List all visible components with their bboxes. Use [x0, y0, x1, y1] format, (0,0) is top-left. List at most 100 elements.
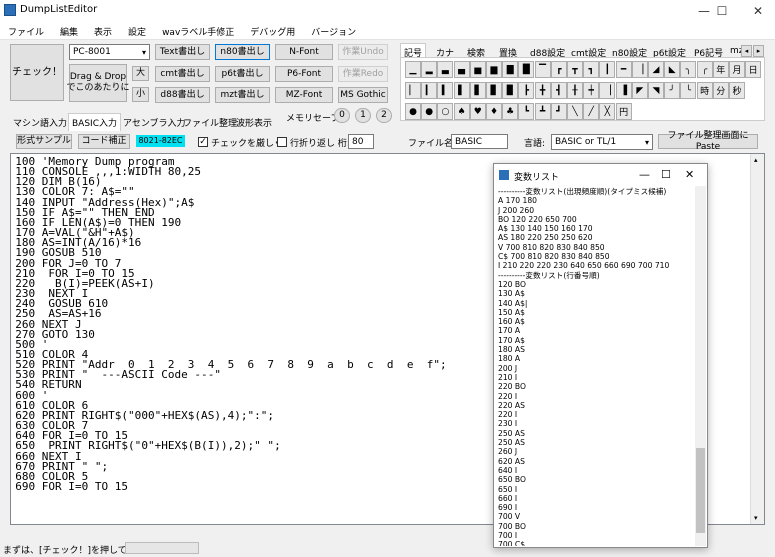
symbol-key[interactable]: ▎ — [421, 82, 438, 99]
language-select[interactable]: BASIC or TL/1 — [551, 134, 653, 150]
undo-button[interactable]: 作業Undo — [338, 44, 388, 60]
editor-scrollbar[interactable]: ▴ ▾ — [750, 154, 764, 524]
drag-drop-area[interactable]: Drag & Drop でこのあたりに — [67, 64, 130, 102]
symbol-key[interactable]: ▉ — [502, 82, 519, 99]
machine-select[interactable]: PC-8001 — [69, 44, 150, 60]
tab-scroll-right[interactable]: ▸ — [753, 45, 764, 57]
menu-edit[interactable]: 編集 — [52, 22, 86, 40]
tab-scroll-left[interactable]: ◂ — [741, 45, 752, 57]
wrap-column-input[interactable]: 80 — [348, 134, 374, 149]
menu-debug[interactable]: デバッグ用 — [242, 22, 303, 40]
symbol-key[interactable]: ◥ — [648, 82, 664, 99]
scroll-up-arrow-icon[interactable]: ▴ — [754, 156, 758, 164]
symbol-key[interactable]: ┿ — [583, 82, 600, 99]
symbol-key[interactable]: ▁ — [405, 61, 421, 78]
symbol-key[interactable]: ┣ — [518, 82, 535, 99]
symbol-key[interactable]: ┃ — [599, 61, 616, 78]
symbol-key[interactable]: ▃ — [437, 61, 454, 78]
menu-file[interactable]: ファイル — [0, 22, 52, 40]
menu-wav-label[interactable]: wavラベル手修正 — [154, 22, 242, 40]
strict-check-checkbox[interactable]: ✓ — [198, 137, 208, 147]
symbol-key[interactable]: 時 — [696, 82, 713, 99]
size-small-button[interactable]: 小 — [132, 87, 149, 102]
variable-minimize-button[interactable]: — — [639, 168, 650, 181]
variable-maximize-button[interactable]: ☐ — [661, 168, 671, 181]
symbol-key[interactable]: ▌ — [453, 82, 470, 99]
symbol-key[interactable]: ╂ — [567, 82, 583, 99]
symbol-key[interactable]: ╳ — [599, 103, 616, 120]
symbol-key[interactable]: ╭ — [696, 61, 713, 78]
paste-to-file-organize-button[interactable]: ファイル整理画面にPaste — [658, 131, 758, 152]
format-sample-button[interactable]: 形式サンプル — [16, 134, 72, 149]
symbol-key[interactable]: ▄ — [453, 61, 470, 78]
code-fix-button[interactable]: コード補正 — [78, 134, 130, 149]
symbol-key[interactable]: ○ — [437, 103, 454, 120]
text-export-button[interactable]: Text書出し — [155, 44, 210, 60]
variable-close-button[interactable]: ✕ — [685, 168, 694, 181]
symbol-key[interactable]: ▍ — [437, 82, 454, 99]
ms-gothic-button[interactable]: MS Gothic — [338, 87, 388, 103]
symbol-key[interactable]: ● — [405, 103, 421, 120]
symbol-key[interactable]: ▅ — [469, 61, 486, 78]
symbol-key[interactable]: 月 — [729, 61, 745, 78]
symbol-key[interactable]: ┫ — [550, 82, 567, 99]
memory-save-2[interactable]: 2 — [376, 108, 392, 123]
symbol-key[interactable]: ▂ — [421, 61, 438, 78]
symbol-key[interactable]: ▇ — [502, 61, 519, 78]
symbol-key[interactable]: ▋ — [469, 82, 486, 99]
symbol-key[interactable]: ▐ — [615, 82, 632, 99]
n80-export-button[interactable]: n80書出し — [215, 44, 270, 60]
tab-file-organize[interactable]: ファイル整理 — [180, 114, 240, 131]
symbol-key[interactable]: ▔ — [534, 61, 551, 78]
p6t-export-button[interactable]: p6t書出し — [215, 66, 270, 82]
mzt-export-button[interactable]: mzt書出し — [215, 87, 270, 103]
symbol-key[interactable]: ╰ — [680, 82, 697, 99]
redo-button[interactable]: 作業Redo — [338, 66, 388, 82]
symbol-key[interactable]: 日 — [745, 61, 762, 78]
check-button[interactable]: チェック！ — [10, 44, 64, 101]
symbol-key[interactable]: ▕ — [631, 61, 648, 78]
tab-assembler-input[interactable]: アセンブラ入力 — [120, 114, 189, 131]
filename-input[interactable]: BASIC — [451, 134, 508, 149]
symbol-key[interactable]: ◤ — [631, 82, 648, 99]
symbol-key[interactable]: 秒 — [729, 82, 745, 99]
tab-machine-input[interactable]: マシン語入力 — [10, 114, 70, 131]
symbol-key[interactable]: ♣ — [502, 103, 519, 120]
symbol-key[interactable]: ┳ — [567, 61, 583, 78]
menu-view[interactable]: 表示 — [86, 22, 120, 40]
symbol-key[interactable]: 分 — [712, 82, 729, 99]
symbol-key[interactable]: ▊ — [486, 82, 502, 99]
symbol-key[interactable]: ┏ — [550, 61, 567, 78]
symbol-key[interactable]: ╮ — [680, 61, 697, 78]
symbol-key[interactable]: ♥ — [469, 103, 486, 120]
symbol-key[interactable]: ♠ — [453, 103, 470, 120]
memory-save-0[interactable]: 0 — [334, 108, 350, 123]
cmt-export-button[interactable]: cmt書出し — [155, 66, 210, 82]
close-button[interactable]: ✕ — [740, 0, 775, 22]
menu-version[interactable]: バージョン — [303, 22, 364, 40]
tab-basic-input[interactable]: BASIC入力 — [68, 113, 121, 131]
symbol-key[interactable]: ┻ — [534, 103, 551, 120]
symbol-key[interactable]: 円 — [615, 103, 632, 120]
symbol-key[interactable]: ● — [421, 103, 438, 120]
variable-scroll-thumb[interactable] — [696, 448, 705, 533]
variable-list-scrollbar[interactable] — [695, 186, 706, 546]
symbol-key[interactable]: ┗ — [518, 103, 535, 120]
tab-waveform[interactable]: 波形表示 — [233, 114, 275, 131]
d88-export-button[interactable]: d88書出し — [155, 87, 210, 103]
symbol-key[interactable]: ┛ — [550, 103, 567, 120]
p6-font-button[interactable]: P6-Font — [275, 66, 333, 82]
maximize-button[interactable]: ☐ — [704, 0, 740, 22]
memory-save-1[interactable]: 1 — [355, 108, 371, 123]
wrap-checkbox[interactable] — [277, 137, 287, 147]
symbol-key[interactable]: ◢ — [648, 61, 664, 78]
symbol-key[interactable]: ▏ — [405, 82, 421, 99]
symbol-key[interactable]: ♦ — [486, 103, 502, 120]
symbol-key[interactable]: █ — [518, 61, 535, 78]
symbol-key[interactable]: ┓ — [583, 61, 600, 78]
symbol-key[interactable]: 年 — [712, 61, 729, 78]
symbol-key[interactable]: ◣ — [664, 61, 681, 78]
size-large-button[interactable]: 大 — [132, 66, 149, 81]
symbol-key[interactable]: ╯ — [664, 82, 681, 99]
symbol-key[interactable]: ▆ — [486, 61, 502, 78]
